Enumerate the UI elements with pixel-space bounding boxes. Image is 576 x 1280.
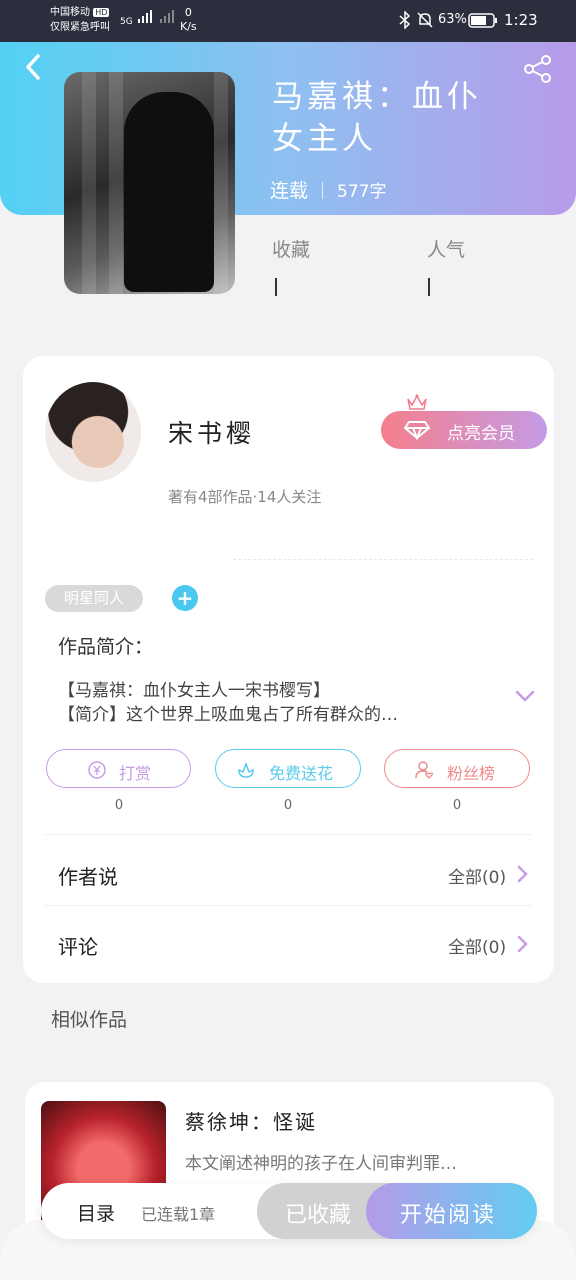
emergency-text: 仅限紧急呼叫 [50, 22, 110, 33]
author-name[interactable]: 宋书樱 [168, 414, 255, 450]
flower-icon [238, 761, 254, 778]
stat-popularity-value [428, 278, 430, 296]
bluetooth-icon [398, 10, 412, 33]
add-tag-button[interactable]: + [172, 585, 198, 611]
flower-count: 0 [283, 798, 293, 813]
divider [233, 559, 533, 560]
chevron-right-icon [517, 935, 528, 953]
author-meta: 著有4部作品·14人关注 [168, 488, 322, 506]
comments-count: 全部(0) [448, 938, 507, 958]
network-type: 5G [120, 17, 133, 27]
battery-percent: 63% [438, 12, 467, 27]
fan-count: 0 [452, 798, 462, 813]
stat-collect-value [275, 278, 277, 296]
book-cover[interactable] [64, 72, 235, 294]
divider [45, 834, 532, 835]
fan-icon [415, 761, 433, 779]
share-button[interactable] [522, 54, 554, 84]
comments-label: 评论 [58, 935, 98, 959]
share-icon [524, 55, 551, 83]
chevron-right-icon [517, 865, 528, 883]
book-title: 马嘉祺：血仆女主人 [272, 79, 482, 157]
hd-badge: HD [93, 8, 110, 17]
book-status-line: 连载 577字 [270, 176, 386, 203]
toc-chapter-count: 已连载1章 [141, 1205, 216, 1224]
vip-button-label: 点亮会员 [447, 424, 515, 444]
author-says-label: 作者说 [58, 865, 118, 889]
mute-bell-icon [416, 11, 434, 33]
fan-ranking-button[interactable]: 粉丝榜 [384, 749, 530, 788]
similar-book-title[interactable]: 蔡徐坤：怪诞 [185, 1106, 317, 1135]
cover-figure [124, 92, 214, 292]
status-separator [322, 182, 324, 199]
collected-label: 已收藏 [285, 1203, 352, 1228]
stat-collect-label: 收藏 [272, 239, 311, 261]
book-detail-card: 宋书樱 著有4部作品·14人关注 点亮会员 明星同人 + 作品简介： 【马嘉祺：… [23, 356, 554, 983]
send-flower-button[interactable]: 免费送花 [215, 749, 361, 788]
genre-tag[interactable]: 明星同人 [45, 585, 143, 612]
expand-intro-button[interactable] [513, 688, 537, 704]
divider [45, 905, 532, 906]
author-says-count: 全部(0) [448, 868, 507, 888]
start-reading-button[interactable]: 开始阅读 [366, 1183, 537, 1239]
net-speed: 0 K/s [180, 6, 197, 34]
send-flower-label: 免费送花 [269, 764, 334, 783]
coin-icon [88, 761, 106, 779]
vip-button[interactable]: 点亮会员 [381, 411, 547, 449]
cover-decor [82, 72, 96, 294]
chevron-down-icon [515, 690, 535, 702]
intro-line-2: 【简介】这个世界上吸血鬼占了所有群众的… [58, 705, 398, 725]
signal-icon: 5G [120, 10, 176, 27]
start-reading-label: 开始阅读 [400, 1203, 497, 1228]
cover-decor [214, 72, 228, 294]
serial-status: 连载 [270, 180, 309, 202]
back-button[interactable] [20, 50, 48, 84]
clock: 1:23 [504, 11, 538, 29]
similar-works-heading: 相似作品 [51, 1009, 128, 1031]
word-count: 577字 [337, 182, 387, 202]
carrier-name: 中国移动 [50, 7, 90, 18]
similar-book-desc: 本文阐述神明的孩子在人间审判罪… [185, 1154, 457, 1174]
intro-heading: 作品简介： [58, 636, 154, 658]
speed-unit: K/s [180, 20, 197, 33]
diamond-icon [403, 421, 431, 440]
intro-line-1: 【马嘉祺：血仆女主人一宋书樱写】 [58, 681, 330, 701]
author-avatar[interactable] [45, 382, 141, 482]
tip-button[interactable]: 打赏 [46, 749, 191, 788]
crown-icon [406, 393, 428, 411]
cover-decor [109, 72, 123, 294]
tip-count: 0 [114, 798, 124, 813]
battery-icon [468, 13, 498, 32]
status-bar: 中国移动 HD 仅限紧急呼叫 5G 0 K/s 63% 1:23 [0, 0, 576, 42]
chevron-left-icon [26, 54, 40, 80]
speed-value: 0 [184, 6, 192, 19]
fan-ranking-label: 粉丝榜 [447, 764, 496, 783]
toc-button[interactable]: 目录 [77, 1199, 115, 1226]
tip-button-label: 打赏 [119, 764, 152, 783]
stat-popularity-label: 人气 [427, 239, 466, 261]
carrier-info: 中国移动 HD 仅限紧急呼叫 [50, 5, 110, 35]
